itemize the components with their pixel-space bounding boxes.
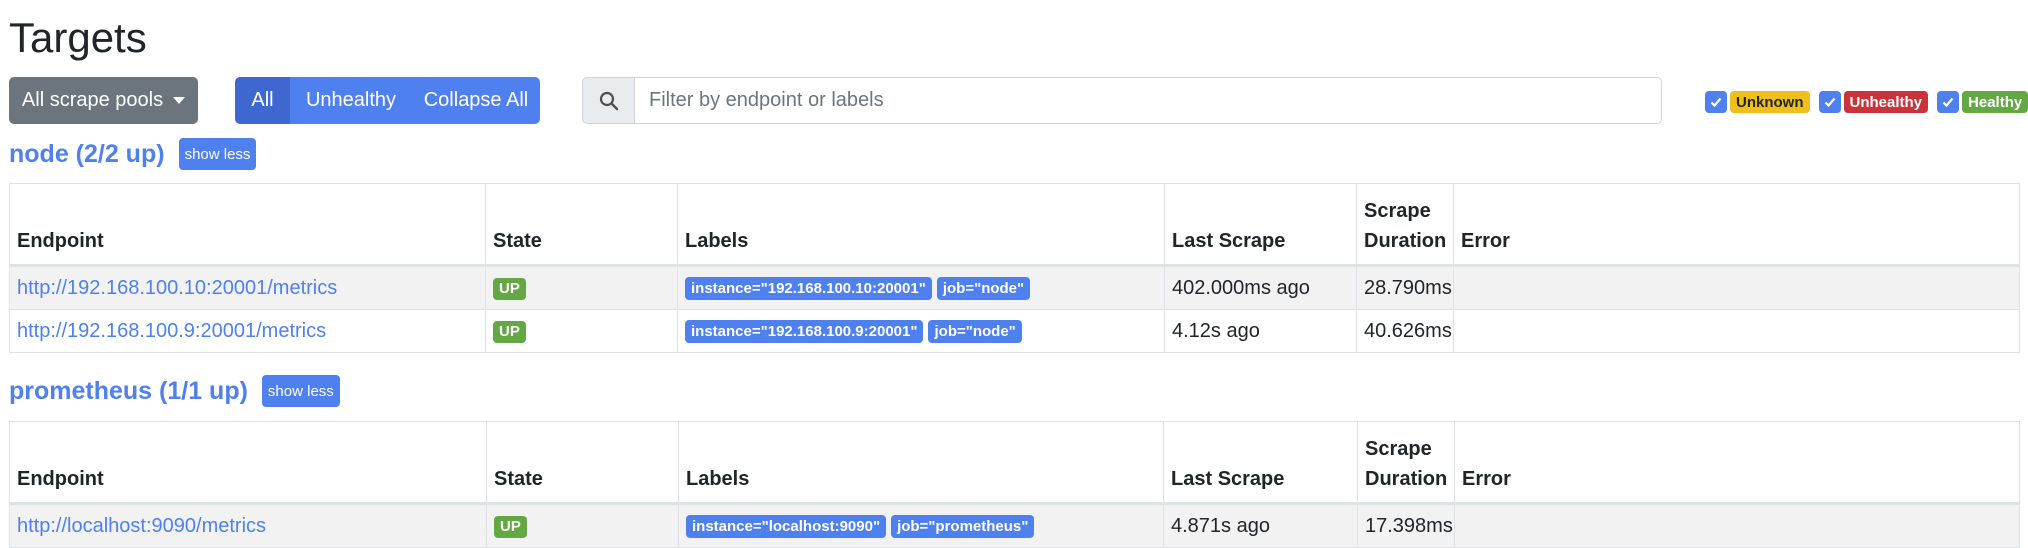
- labels-cell: instance="192.168.100.9:20001" job="node": [677, 309, 1165, 353]
- label-badge[interactable]: instance="192.168.100.10:20001": [685, 277, 932, 300]
- last-scrape-cell: 4.871s ago: [1163, 503, 1358, 548]
- column-header-scrape-duration-text-2: Duration: [1365, 468, 1448, 490]
- checkmark-icon: [1824, 97, 1835, 108]
- labels-cell: instance="localhost:9090" job="prometheus…: [678, 503, 1164, 548]
- column-header-last-scrape-text-1: Last: [1172, 230, 1214, 252]
- column-header-scrape-duration: Scrape Duration: [1357, 421, 1455, 505]
- column-header-state: State: [486, 421, 679, 505]
- table-row: http://192.168.100.9:20001/metrics UP in…: [9, 309, 2020, 353]
- state-cell: UP: [485, 309, 678, 353]
- pool-header-prometheus: prometheus (1/1 up) show less: [9, 375, 340, 407]
- all-button[interactable]: All: [235, 77, 290, 124]
- column-header-error: Error: [1453, 183, 2020, 267]
- state-cell: UP: [486, 503, 679, 548]
- toolbar: All scrape pools All Unhealthy Collapse …: [9, 77, 2028, 124]
- healthy-checkbox[interactable]: [1937, 91, 1960, 113]
- healthy-filter-badge[interactable]: Healthy: [1962, 91, 2028, 113]
- checkmark-icon: [1710, 97, 1722, 108]
- column-header-endpoint: Endpoint: [9, 183, 486, 267]
- unhealthy-checkbox[interactable]: [1818, 91, 1841, 113]
- endpoint-cell: http://192.168.100.10:20001/metrics: [9, 265, 486, 310]
- checkmark-icon: [1942, 97, 1954, 108]
- unknown-filter-badge[interactable]: Unknown: [1730, 91, 1810, 113]
- column-header-scrape-duration-text-2: Duration: [1364, 230, 1447, 252]
- column-header-scrape-duration-text-1: Scrape: [1364, 200, 1431, 222]
- column-header-labels: Labels: [678, 421, 1164, 505]
- labels-cell: instance="192.168.100.10:20001" job="node…: [677, 265, 1165, 310]
- pool-header-node: node (2/2 up) show less: [9, 138, 257, 170]
- table-header-row: Endpoint State Labels Last Scrape Scrape…: [9, 421, 2020, 505]
- last-scrape-cell: 402.000ms ago: [1164, 265, 1357, 310]
- column-header-last-scrape-text-2: Scrape: [1218, 230, 1286, 252]
- page-title: Targets: [9, 14, 147, 61]
- unhealthy-button[interactable]: Unhealthy: [290, 77, 412, 124]
- label-badge[interactable]: job="node": [936, 277, 1031, 300]
- pool-title-prometheus[interactable]: prometheus (1/1 up): [9, 377, 248, 406]
- error-cell: [1453, 309, 2020, 353]
- column-header-error: Error: [1454, 421, 2020, 505]
- scrape-pool-dropdown[interactable]: All scrape pools: [9, 77, 198, 124]
- scrape-duration-cell: 40.626ms: [1356, 309, 1454, 353]
- error-cell: [1453, 265, 2020, 310]
- column-header-labels: Labels: [677, 183, 1165, 267]
- endpoint-cell: http://192.168.100.9:20001/metrics: [9, 309, 486, 353]
- column-header-scrape-duration-text-1: Scrape: [1365, 438, 1432, 460]
- pool-title-node[interactable]: node (2/2 up): [9, 140, 165, 169]
- health-filters: Unknown Unhealthy Healthy: [1705, 90, 2028, 114]
- search-group: [582, 77, 1662, 124]
- column-header-scrape-duration: Scrape Duration: [1356, 183, 1454, 267]
- endpoint-link[interactable]: http://192.168.100.9:20001/metrics: [17, 320, 326, 342]
- label-badge[interactable]: instance="localhost:9090": [686, 515, 887, 538]
- column-header-last-scrape-text-2: Scrape: [1217, 468, 1285, 490]
- column-header-last-scrape-text-1: Last: [1171, 468, 1213, 490]
- filter-button-group: All Unhealthy Collapse All: [235, 77, 540, 124]
- targets-table-prometheus: Endpoint State Labels Last Scrape Scrape…: [9, 421, 2020, 548]
- error-cell: [1454, 503, 2020, 548]
- table-row: http://192.168.100.10:20001/metrics UP i…: [9, 265, 2020, 310]
- state-badge: UP: [493, 321, 526, 343]
- endpoint-link[interactable]: http://localhost:9090/metrics: [17, 515, 266, 537]
- column-header-state: State: [485, 183, 678, 267]
- label-badge[interactable]: job="prometheus": [891, 515, 1035, 538]
- targets-page: Targets All scrape pools All Unhealthy C…: [0, 0, 2028, 548]
- state-cell: UP: [485, 265, 678, 310]
- endpoint-link[interactable]: http://192.168.100.10:20001/metrics: [17, 277, 337, 299]
- unhealthy-filter-badge[interactable]: Unhealthy: [1843, 91, 1929, 113]
- endpoint-cell: http://localhost:9090/metrics: [9, 503, 487, 548]
- targets-table-node: Endpoint State Labels Last Scrape Scrape…: [9, 183, 2020, 353]
- column-header-last-scrape: Last Scrape: [1164, 183, 1357, 267]
- state-badge: UP: [494, 516, 527, 538]
- state-badge: UP: [493, 278, 526, 300]
- collapse-all-button[interactable]: Collapse All: [412, 77, 540, 124]
- search-input[interactable]: [634, 77, 1662, 124]
- search-icon: [582, 77, 634, 124]
- label-badge[interactable]: instance="192.168.100.9:20001": [685, 320, 924, 343]
- scrape-duration-cell: 28.790ms: [1356, 265, 1454, 310]
- column-header-endpoint: Endpoint: [9, 421, 487, 505]
- last-scrape-cell: 4.12s ago: [1164, 309, 1357, 353]
- scrape-pool-dropdown-label: All scrape pools: [21, 89, 164, 111]
- unknown-checkbox[interactable]: [1705, 91, 1727, 113]
- show-less-button[interactable]: show less: [178, 138, 257, 170]
- table-header-row: Endpoint State Labels Last Scrape Scrape…: [9, 183, 2020, 267]
- caret-down-icon: [173, 97, 186, 104]
- label-badge[interactable]: job="node": [928, 320, 1022, 343]
- show-less-button[interactable]: show less: [261, 375, 340, 407]
- column-header-last-scrape: Last Scrape: [1163, 421, 1358, 505]
- scrape-duration-cell: 17.398ms: [1357, 503, 1455, 548]
- table-row: http://localhost:9090/metrics UP instanc…: [9, 503, 2020, 548]
